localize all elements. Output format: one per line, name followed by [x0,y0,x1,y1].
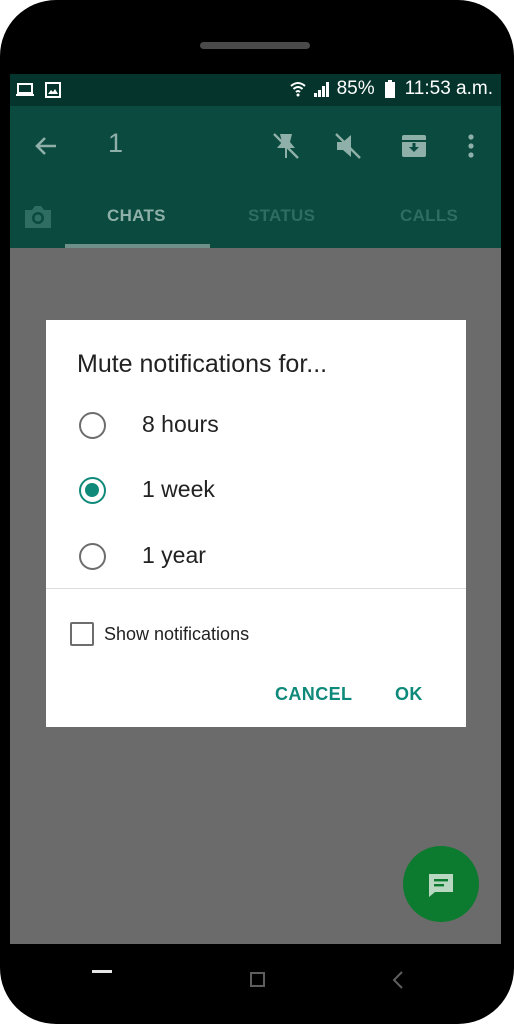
more-vert-icon[interactable] [453,128,489,164]
option-8-hours[interactable]: 8 hours [46,395,466,455]
selected-count: 1 [108,128,124,158]
screen: 85% 11:53 a.m. 1 CHATS STATUS CALLS Mute… [10,74,501,944]
recent-apps-icon[interactable] [92,970,112,973]
selection-toolbar: 1 [10,106,501,186]
radio-button[interactable] [79,412,106,439]
radio-button[interactable] [79,543,106,570]
unmute-icon[interactable] [330,128,366,164]
speaker-grille [200,42,310,49]
option-label: 1 year [142,542,206,568]
archive-icon[interactable] [396,128,432,164]
battery-percent: 85% [336,78,375,99]
wifi-icon [289,80,307,98]
option-label: 8 hours [142,411,219,437]
dialog-title: Mute notifications for... [77,350,328,378]
tab-chats[interactable]: CHATS [107,206,166,226]
home-icon[interactable] [250,972,265,987]
laptop-icon [16,81,34,99]
tab-status[interactable]: STATUS [248,206,315,226]
radio-button-selected[interactable] [79,477,106,504]
status-bar: 85% 11:53 a.m. [10,74,501,106]
signal-icon [313,80,331,98]
option-label: 1 week [142,476,215,502]
tab-bar: CHATS STATUS CALLS [10,186,501,248]
image-icon [44,81,62,99]
option-1-year[interactable]: 1 year [46,526,466,586]
tab-indicator [65,244,210,248]
battery-icon [381,80,399,98]
unpin-icon[interactable] [268,128,304,164]
tab-calls[interactable]: CALLS [400,206,458,226]
cancel-button[interactable]: CANCEL [275,684,352,705]
new-chat-button[interactable] [403,846,479,922]
nav-back-icon[interactable] [390,970,408,990]
system-nav-bar [0,944,514,1024]
camera-icon[interactable] [22,203,54,231]
option-1-week[interactable]: 1 week [46,460,466,520]
mute-dialog: Mute notifications for... 8 hours 1 week… [46,320,466,727]
back-arrow-icon[interactable] [30,130,62,162]
phone-frame: 85% 11:53 a.m. 1 CHATS STATUS CALLS Mute… [0,0,514,1024]
checkbox-label[interactable]: Show notifications [104,624,249,645]
divider [46,588,466,589]
ok-button[interactable]: OK [395,684,423,705]
show-notifications-checkbox[interactable] [70,622,94,646]
new-chat-icon [429,874,453,897]
clock: 11:53 a.m. [404,78,493,99]
